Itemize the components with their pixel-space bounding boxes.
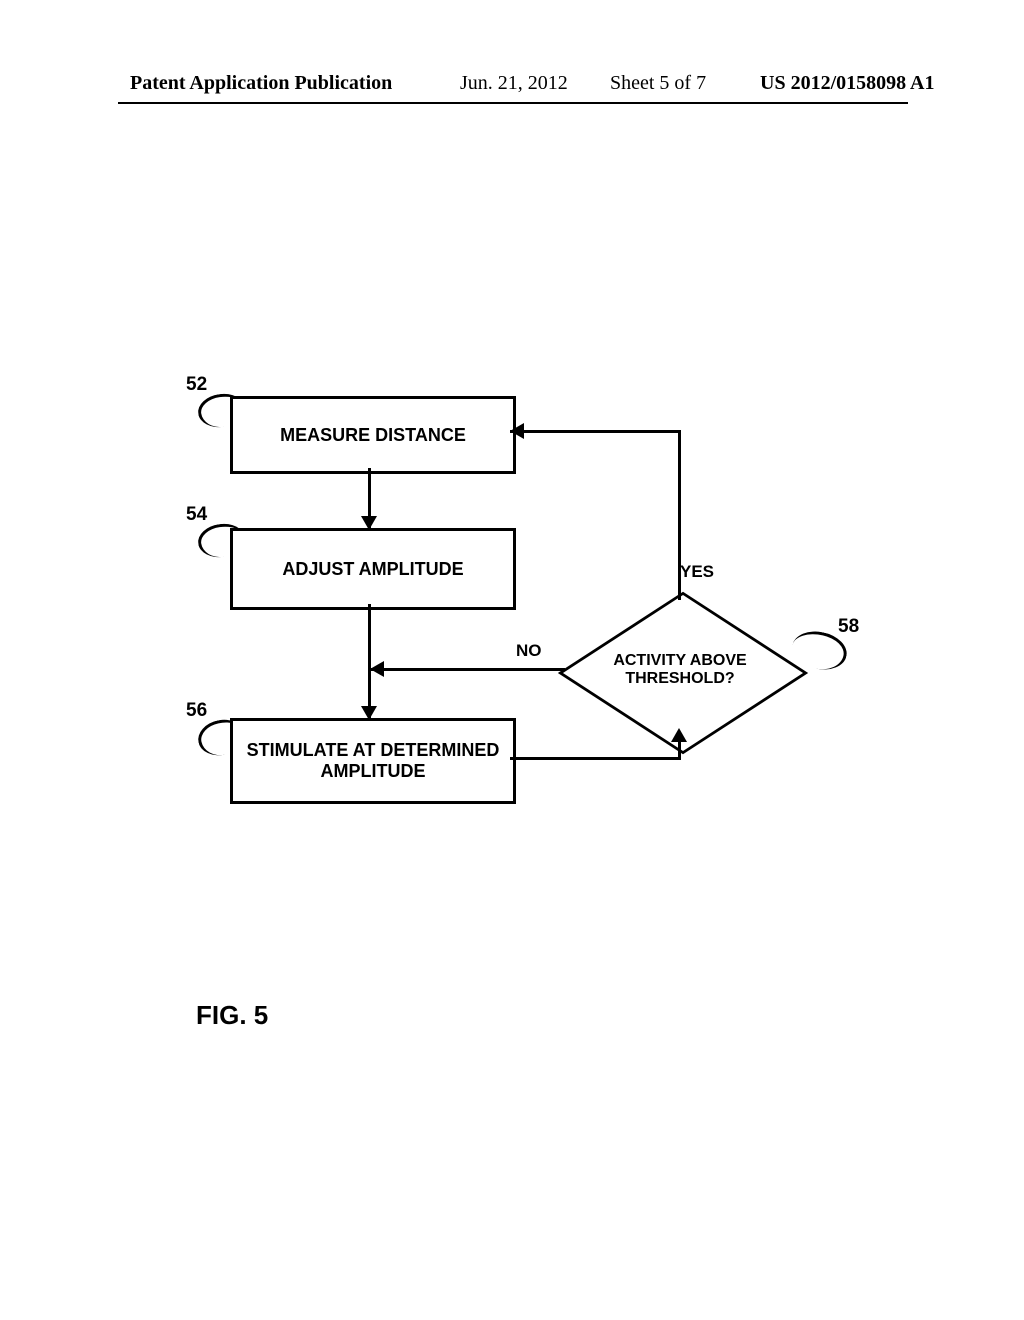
arrowhead-icon <box>370 661 384 677</box>
ref-52: 52 <box>186 374 207 396</box>
edge-yes-v <box>678 430 681 600</box>
publication-label: Patent Application Publication <box>130 72 392 95</box>
arrowhead-icon <box>510 423 524 439</box>
decision-activity-threshold: ACTIVITY ABOVE THRESHOLD? <box>560 600 800 740</box>
edge-label-yes: YES <box>680 562 714 582</box>
figure-caption: FIG. 5 <box>196 1000 268 1031</box>
sheet-label: Sheet 5 of 7 <box>610 72 706 95</box>
ref-54: 54 <box>186 504 207 526</box>
edge-56-58-h <box>510 757 680 760</box>
edge-56-58-v <box>678 740 681 760</box>
page: Patent Application Publication Jun. 21, … <box>0 0 1024 1320</box>
decision-label: ACTIVITY ABOVE THRESHOLD? <box>560 600 800 740</box>
box-measure-distance: MEASURE DISTANCE <box>230 396 516 474</box>
edge-yes-h <box>510 430 681 433</box>
ref-56: 56 <box>186 700 207 722</box>
box-stimulate-label: STIMULATE AT DETERMINED AMPLITUDE <box>233 740 513 781</box>
edge-label-no: NO <box>516 641 542 661</box>
box-adjust-amplitude: ADJUST AMPLITUDE <box>230 528 516 610</box>
box-stimulate: STIMULATE AT DETERMINED AMPLITUDE <box>230 718 516 804</box>
header-rule <box>118 102 908 104</box>
arrowhead-icon <box>361 706 377 720</box>
box-adjust-amplitude-label: ADJUST AMPLITUDE <box>282 559 463 580</box>
publication-date: Jun. 21, 2012 <box>460 72 568 95</box>
arrowhead-icon <box>671 728 687 742</box>
box-measure-distance-label: MEASURE DISTANCE <box>280 425 466 446</box>
arrowhead-icon <box>361 516 377 530</box>
edge-no-h <box>370 668 565 671</box>
application-number: US 2012/0158098 A1 <box>760 72 934 95</box>
ref-58: 58 <box>838 616 859 638</box>
